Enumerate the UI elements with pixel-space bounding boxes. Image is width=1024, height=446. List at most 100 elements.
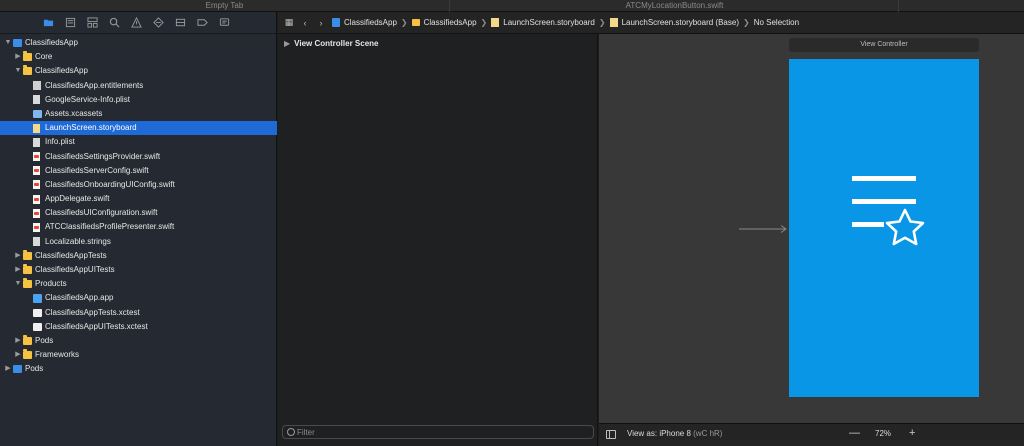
tree-row[interactable]: ▶ ClassifiedsAppUITests: [0, 263, 277, 277]
warning-icon[interactable]: [130, 17, 142, 29]
zoom-in-button[interactable]: +: [909, 427, 915, 439]
tree-row[interactable]: ClassifiedsAppUITests.xctest: [0, 320, 277, 334]
tree-row[interactable]: Info.plist: [0, 135, 277, 149]
test-icon[interactable]: [152, 17, 164, 29]
view-controller-title[interactable]: View Controller: [789, 38, 979, 52]
disclosure-closed-icon[interactable]: ▶: [14, 263, 22, 277]
proj-file-icon: [13, 365, 22, 374]
zoom-out-button[interactable]: —: [849, 427, 860, 439]
disclosure-open-icon[interactable]: ▼: [14, 277, 22, 291]
app-file-icon: [33, 293, 42, 303]
breadcrumb-item[interactable]: LaunchScreen.storyboard (Base): [609, 18, 739, 27]
tree-row[interactable]: Localizable.strings: [0, 235, 277, 249]
storyboard-canvas[interactable]: View Controller: [599, 34, 1024, 423]
tree-row[interactable]: ClassifiedsServerConfig.swift: [0, 164, 277, 178]
assets-file-icon: [33, 109, 42, 118]
breadcrumb-item[interactable]: ClassifiedsApp: [332, 18, 397, 27]
forward-button[interactable]: ›: [316, 18, 326, 28]
tree-row[interactable]: ▼ Products: [0, 277, 277, 291]
tree-row-label: ClassifiedsApp: [25, 38, 78, 47]
tree-row[interactable]: ClassifiedsSettingsProvider.swift: [0, 150, 277, 164]
disclosure-closed-icon[interactable]: ▶: [14, 348, 22, 362]
tree-row[interactable]: ClassifiedsApp.app: [0, 291, 277, 305]
tree-row[interactable]: ▶ Pods: [0, 334, 277, 348]
tree-row-label: ClassifiedsAppUITests.xctest: [45, 321, 148, 331]
view-as-selector[interactable]: View as: iPhone 8 (wC hR): [627, 429, 722, 438]
size-class-label: (wC hR): [693, 429, 723, 438]
tab-empty[interactable]: Empty Tab: [0, 0, 450, 12]
tab-extra[interactable]: [899, 0, 1024, 12]
back-button[interactable]: ‹: [300, 18, 310, 28]
tree-row[interactable]: ClassifiedsUIConfiguration.swift: [0, 206, 277, 220]
breadcrumb-separator-icon: ❯: [400, 18, 408, 27]
tree-row-label: Info.plist: [45, 137, 75, 147]
tree-row-label: Localizable.strings: [45, 236, 111, 246]
tree-row-label: GoogleService-Info.plist: [45, 94, 130, 104]
folder-file-icon: [411, 19, 420, 26]
swift-file-icon: [33, 180, 40, 190]
related-items-icon[interactable]: ▦: [284, 17, 294, 28]
tree-row-label: ClassifiedsOnboardingUIConfig.swift: [45, 179, 175, 189]
hierarchy-icon[interactable]: [86, 17, 98, 29]
disclosure-closed-icon[interactable]: ▶: [4, 362, 12, 376]
folder-icon[interactable]: [42, 17, 54, 29]
proj-file-icon: [13, 39, 22, 47]
tree-row[interactable]: LaunchScreen.storyboard: [0, 121, 277, 136]
breadcrumb-separator-icon: ❯: [598, 18, 606, 27]
breadcrumb-item[interactable]: ClassifiedsApp: [411, 18, 477, 27]
swift-file-icon: [33, 222, 40, 232]
view-as-label: View as: iPhone 8: [627, 429, 691, 438]
tree-row-label: Products: [35, 279, 67, 289]
scene-label: View Controller Scene: [294, 39, 379, 48]
entry-point-arrow-icon: [739, 225, 787, 233]
tree-row[interactable]: ▼ ClassifiedsApp: [0, 64, 277, 78]
outline-scene-row[interactable]: ▶ View Controller Scene: [284, 38, 378, 50]
disclosure-open-icon[interactable]: ▼: [14, 64, 22, 78]
swift-file-icon: [33, 194, 40, 204]
disclosure-closed-icon[interactable]: ▶: [14, 50, 22, 64]
tree-row[interactable]: ▶ Pods: [0, 362, 277, 376]
disclosure-closed-icon[interactable]: ▶: [14, 334, 22, 348]
disclosure-closed-icon[interactable]: ▶: [284, 39, 290, 48]
search-icon[interactable]: [108, 17, 120, 29]
xctest-file-icon: [33, 308, 42, 317]
breadcrumb-label: LaunchScreen.storyboard: [503, 18, 595, 27]
tree-row[interactable]: ▶ ClassifiedsAppTests: [0, 249, 277, 263]
toggle-outline-icon[interactable]: [606, 430, 616, 439]
plist-file-icon: [33, 137, 40, 147]
tree-row-label: ClassifiedsAppTests.xctest: [45, 307, 140, 317]
tree-row[interactable]: GoogleService-Info.plist: [0, 93, 277, 107]
tree-row-label: Frameworks: [35, 350, 80, 360]
breakpoint-icon[interactable]: [196, 17, 208, 29]
breadcrumb-separator-icon: ❯: [480, 18, 488, 27]
breadcrumb-item[interactable]: LaunchScreen.storyboard: [491, 18, 595, 27]
tree-row[interactable]: ▶ Frameworks: [0, 348, 277, 362]
source-control-icon[interactable]: [64, 17, 76, 29]
tree-row-label: Core: [35, 52, 53, 62]
tab-atcmylocationbutton[interactable]: ATCMyLocationButton.swift: [451, 0, 899, 12]
disclosure-open-icon[interactable]: ▼: [4, 36, 12, 50]
jump-bar: ▦ ‹ › ClassifiedsApp ❯ ClassifiedsApp ❯ Laun…: [278, 12, 1024, 34]
report-icon[interactable]: [218, 17, 230, 29]
swift-file-icon: [33, 166, 40, 176]
disclosure-closed-icon[interactable]: ▶: [14, 249, 22, 263]
tree-row[interactable]: ClassifiedsAppTests.xctest: [0, 306, 277, 320]
breadcrumb-separator-icon: ❯: [742, 18, 750, 27]
breadcrumb-item[interactable]: No Selection: [754, 18, 799, 27]
navigator-toolbar: [0, 12, 276, 34]
tree-row[interactable]: Assets.xcassets: [0, 107, 277, 121]
tree-row[interactable]: ClassifiedsApp.entitlements: [0, 79, 277, 93]
tree-row[interactable]: ATCClassifiedsProfilePresenter.swift: [0, 220, 277, 234]
debug-icon[interactable]: [174, 17, 186, 29]
tree-row[interactable]: AppDelegate.swift: [0, 192, 277, 206]
proj-file-icon: [332, 18, 340, 27]
breadcrumb-label: ClassifiedsApp: [423, 18, 477, 27]
zoom-level[interactable]: 72%: [875, 429, 891, 438]
tree-row-label: Pods: [35, 335, 54, 345]
tree-row[interactable]: ▶ Core: [0, 50, 277, 64]
filter-input[interactable]: [297, 427, 587, 437]
view-controller-screen[interactable]: [789, 59, 979, 397]
tree-row[interactable]: ▼ ClassifiedsApp: [0, 36, 277, 50]
filter-field[interactable]: [282, 425, 594, 439]
tree-row[interactable]: ClassifiedsOnboardingUIConfig.swift: [0, 178, 277, 192]
